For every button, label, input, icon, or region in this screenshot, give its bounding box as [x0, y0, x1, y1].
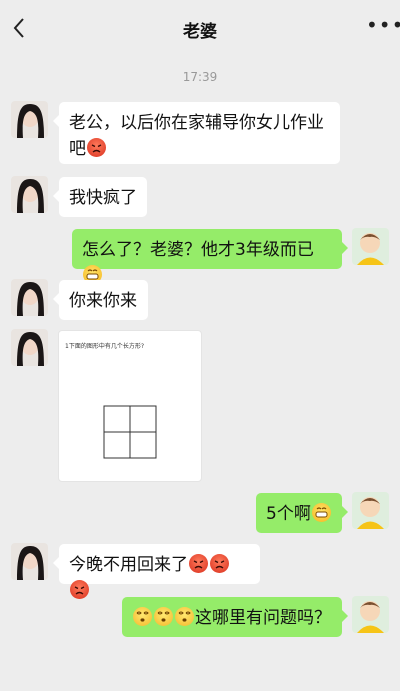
grinning-face-emoji-icon: [311, 503, 331, 522]
contact-avatar[interactable]: [11, 101, 48, 138]
message-text: 我快疯了: [69, 188, 137, 208]
message-bubble[interactable]: 我快疯了: [53, 177, 147, 217]
message-text: 这哪里有问题吗？: [195, 608, 331, 628]
contact-avatar[interactable]: [11, 329, 48, 366]
more-dots-icon[interactable]: •••: [366, 15, 400, 38]
angry-face-emoji-icon: [210, 554, 229, 573]
dizzy-face-emoji-icon: [133, 607, 152, 626]
square-grid-figure: [103, 405, 157, 459]
contact-avatar[interactable]: [11, 279, 48, 316]
dizzy-face-emoji-icon: [154, 607, 173, 626]
chat-header: 老婆 •••: [0, 0, 400, 56]
angry-face-emoji-icon: [189, 554, 208, 573]
dizzy-face-emoji-icon: [175, 607, 194, 626]
homework-question-text: 1下面的图形中有几个长方形?: [65, 343, 145, 350]
message-bubble[interactable]: 这哪里有问题吗？: [122, 597, 348, 637]
chat-title: 老婆: [183, 22, 217, 42]
message-text: 怎么了？老婆？他才3年级而已: [82, 240, 314, 260]
message-bubble[interactable]: 今晚不用回来了: [53, 544, 260, 599]
contact-avatar[interactable]: [11, 176, 48, 213]
image-message[interactable]: 1下面的图形中有几个长方形?: [58, 330, 202, 482]
message-text: 5个啊: [266, 504, 311, 524]
self-avatar[interactable]: [352, 228, 389, 265]
angry-face-emoji-icon: [87, 138, 106, 157]
self-avatar[interactable]: [352, 492, 389, 529]
message-bubble[interactable]: 老公，以后你在家辅导你女儿作业 吧: [53, 102, 340, 164]
message-text: 吧: [69, 139, 86, 159]
message-text: 今晚不用回来了: [69, 555, 188, 575]
message-text: 老公，以后你在家辅导你女儿作业: [69, 113, 324, 133]
contact-avatar[interactable]: [11, 543, 48, 580]
message-text: 你来你来: [69, 291, 137, 311]
message-timestamp: 17:39: [182, 70, 218, 84]
message-bubble[interactable]: 怎么了？老婆？他才3年级而已: [72, 229, 348, 284]
self-avatar[interactable]: [352, 596, 389, 633]
message-bubble[interactable]: 5个啊: [256, 493, 348, 533]
angry-face-emoji-icon: [70, 580, 89, 599]
message-bubble[interactable]: 你来你来: [53, 280, 148, 320]
